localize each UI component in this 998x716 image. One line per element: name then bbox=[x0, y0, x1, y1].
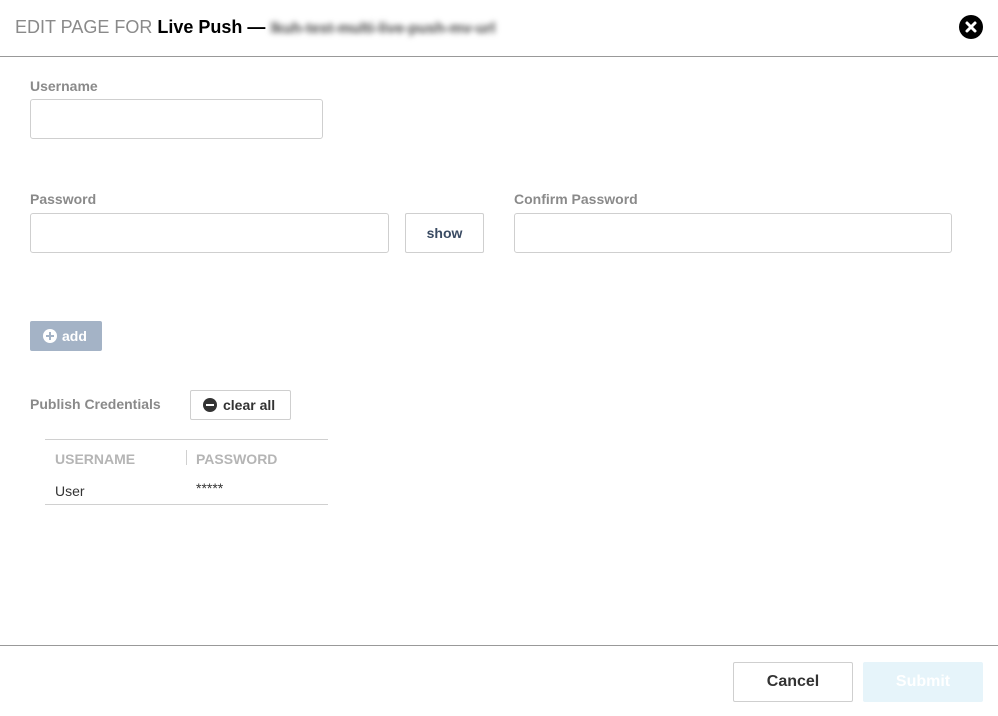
username-input[interactable] bbox=[30, 99, 323, 139]
confirm-password-input[interactable] bbox=[514, 213, 952, 253]
row-username: User bbox=[55, 483, 85, 499]
column-divider bbox=[186, 450, 187, 465]
table-row: User ***** bbox=[45, 474, 328, 504]
clear-all-button[interactable]: clear all bbox=[190, 390, 291, 420]
username-label: Username bbox=[30, 78, 98, 94]
close-icon[interactable] bbox=[959, 15, 983, 39]
title-stream-name: lkuh-test-multi-live-push-mv-url bbox=[270, 20, 496, 37]
plus-circle-icon bbox=[43, 329, 57, 343]
minus-circle-icon bbox=[203, 398, 217, 412]
publish-credentials-label: Publish Credentials bbox=[30, 396, 161, 412]
cancel-button[interactable]: Cancel bbox=[733, 662, 853, 702]
column-header-username: USERNAME bbox=[55, 451, 136, 467]
show-password-button[interactable]: show bbox=[405, 213, 484, 253]
title-name: Live Push bbox=[157, 17, 243, 37]
column-header-password: PASSWORD bbox=[196, 451, 278, 467]
confirm-password-label: Confirm Password bbox=[514, 191, 638, 207]
title-separator: — bbox=[247, 17, 266, 37]
dialog-header: EDIT PAGE FOR Live Push — lkuh-test-mult… bbox=[0, 0, 998, 57]
dialog-footer: Cancel Submit bbox=[0, 645, 998, 716]
add-button[interactable]: add bbox=[30, 321, 102, 351]
add-label: add bbox=[62, 328, 87, 344]
table-header: USERNAME PASSWORD bbox=[45, 440, 328, 474]
row-password: ***** bbox=[196, 480, 224, 496]
title-prefix: EDIT PAGE FOR bbox=[15, 17, 153, 37]
credentials-table: USERNAME PASSWORD User ***** bbox=[45, 439, 328, 505]
password-label: Password bbox=[30, 191, 97, 207]
password-input[interactable] bbox=[30, 213, 389, 253]
submit-button[interactable]: Submit bbox=[863, 662, 983, 702]
dialog-title: EDIT PAGE FOR Live Push — lkuh-test-mult… bbox=[15, 17, 495, 38]
clear-all-label: clear all bbox=[223, 397, 276, 413]
